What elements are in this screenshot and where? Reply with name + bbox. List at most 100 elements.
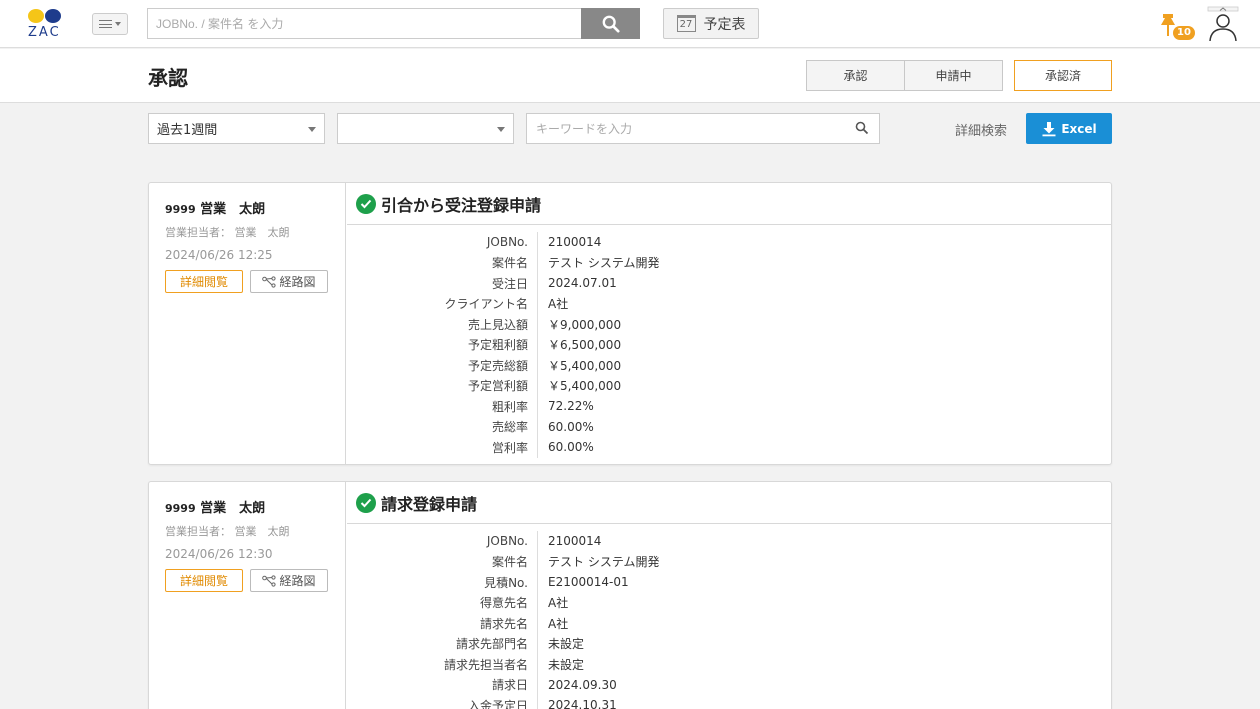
detail-value: ￥9,000,000	[548, 317, 622, 332]
tab-approval[interactable]: 承認	[806, 60, 905, 91]
detail-key: 請求先部門名	[347, 633, 538, 654]
detail-row: JOBNo. 2100014	[347, 531, 1111, 552]
detail-value: 未設定	[548, 657, 585, 672]
detail-key: 見積No.	[347, 572, 538, 593]
detail-key: 予定営利額	[347, 375, 538, 396]
detail-key: 得意先名	[347, 592, 538, 613]
detail-row: 売上見込額 ￥9,000,000	[347, 314, 1111, 335]
pin-count-badge: 10	[1173, 26, 1195, 40]
application-detail-panel: 請求登録申請 JOBNo. 2100014 案件名 テスト システム開発 見積No.…	[347, 482, 1111, 709]
detail-row: 案件名 テスト システム開発	[347, 252, 1111, 273]
detail-value: 2100014	[548, 534, 602, 549]
detail-row: 粗利率 72.22%	[347, 396, 1111, 417]
detail-row: 請求先名 A社	[347, 613, 1111, 634]
excel-export-button[interactable]: Excel	[1026, 113, 1112, 144]
detail-row: 予定営利額 ￥5,400,000	[347, 375, 1111, 396]
application-title: 請求登録申請	[381, 494, 478, 514]
detail-value: 2024.09.30	[548, 677, 617, 692]
detail-key: 粗利率	[347, 396, 538, 417]
approval-card: 9999 営業 太朗 営業担当者： 営業 太朗 2024/06/26 12:25…	[148, 182, 1112, 465]
route-map-label: 経路図	[279, 574, 316, 588]
route-map-button[interactable]: 経路図	[250, 270, 328, 293]
applicant-name-text: 営業 太朗	[200, 202, 266, 217]
detail-row: クライアント名 A社	[347, 293, 1111, 314]
tab-pending[interactable]: 申請中	[904, 60, 1003, 91]
type-select[interactable]	[337, 113, 514, 144]
detail-row: 見積No. E2100014-01	[347, 572, 1111, 593]
menu-button[interactable]	[92, 13, 128, 35]
application-date: 2024/06/26 12:30	[165, 547, 273, 561]
advanced-search-link[interactable]: 詳細検索	[955, 120, 1007, 139]
logo-yellow-dot	[28, 9, 44, 23]
detail-row: 案件名 テスト システム開発	[347, 551, 1111, 572]
page-title: 承認	[148, 66, 188, 90]
detail-rows: JOBNo. 2100014 案件名 テスト システム開発 見積No. E210001…	[347, 524, 1111, 709]
search-icon	[602, 15, 620, 33]
route-icon	[262, 275, 277, 288]
calendar-icon: 27	[676, 15, 696, 32]
approval-card: 9999 営業 太朗 営業担当者： 営業 太朗 2024/06/26 12:30…	[148, 481, 1112, 709]
detail-key: 請求先担当者名	[347, 654, 538, 675]
detail-key: 予定粗利額	[347, 334, 538, 355]
keyword-input[interactable]	[526, 113, 880, 144]
zac-logo[interactable]: ZAC	[28, 8, 68, 42]
detail-rows: JOBNo. 2100014 案件名 テスト システム開発 受注日 2024.07.0…	[347, 225, 1111, 458]
detail-key: 請求日	[347, 674, 538, 695]
detail-value: 60.00%	[548, 440, 594, 455]
schedule-label: 予定表	[703, 16, 746, 33]
detail-value: 未設定	[548, 637, 585, 652]
detail-value: A社	[548, 596, 569, 611]
detail-key: JOBNo.	[347, 232, 538, 253]
job-search-input[interactable]	[147, 8, 581, 39]
view-detail-button[interactable]: 詳細閲覧	[165, 569, 243, 592]
detail-row: 予定売総額 ￥5,400,000	[347, 355, 1111, 376]
applicant-panel: 9999 営業 太朗 営業担当者： 営業 太朗 2024/06/26 12:30…	[149, 482, 346, 709]
detail-key: 受注日	[347, 273, 538, 294]
schedule-button[interactable]: 27 予定表	[663, 8, 759, 39]
detail-row: 入金予定日 2024.10.31	[347, 695, 1111, 709]
applicant-code: 9999	[165, 502, 196, 515]
period-select-value: 過去1週間	[157, 123, 218, 138]
search-button[interactable]	[581, 8, 640, 39]
detail-value: A社	[548, 297, 569, 312]
excel-label: Excel	[1061, 121, 1097, 136]
detail-value: テスト システム開発	[548, 256, 660, 271]
detail-value: 2100014	[548, 235, 602, 250]
detail-key: 請求先名	[347, 613, 538, 634]
hamburger-icon	[99, 20, 112, 28]
detail-key: 営利率	[347, 437, 538, 458]
check-circle-icon	[356, 193, 376, 214]
detail-row: 請求先担当者名 未設定	[347, 654, 1111, 675]
applicant-panel: 9999 営業 太朗 営業担当者： 営業 太朗 2024/06/26 12:25…	[149, 183, 346, 464]
applicant-name: 9999 営業 太朗	[165, 198, 345, 217]
download-icon	[1042, 121, 1056, 136]
period-select[interactable]: 過去1週間	[148, 113, 325, 144]
detail-value: E2100014-01	[548, 575, 629, 590]
dropdown-arrow-icon	[497, 127, 505, 132]
application-title-row: 引合から受注登録申請	[347, 183, 1111, 225]
detail-key: 売上見込額	[347, 314, 538, 335]
application-detail-panel: 引合から受注登録申請 JOBNo. 2100014 案件名 テスト システム開発 受…	[347, 183, 1111, 464]
detail-value: 2024.07.01	[548, 276, 617, 291]
detail-value: 60.00%	[548, 419, 594, 434]
check-circle-icon	[356, 492, 376, 513]
logo-text: ZAC	[28, 25, 61, 40]
tab-approved[interactable]: 承認済	[1014, 60, 1112, 91]
route-map-label: 経路図	[279, 275, 316, 289]
search-icon[interactable]	[855, 121, 869, 135]
detail-row: 受注日 2024.07.01	[347, 273, 1111, 294]
detail-key: 案件名	[347, 252, 538, 273]
application-title-row: 請求登録申請	[347, 482, 1111, 524]
detail-key: クライアント名	[347, 293, 538, 314]
caret-down-icon	[115, 22, 121, 26]
detail-row: 請求先部門名 未設定	[347, 633, 1111, 654]
sales-owner: 営業担当者： 営業 太朗	[165, 226, 290, 239]
user-avatar-icon[interactable]	[1207, 6, 1239, 42]
detail-value: A社	[548, 616, 569, 631]
view-detail-button[interactable]: 詳細閲覧	[165, 270, 243, 293]
sales-owner: 営業担当者： 営業 太朗	[165, 525, 290, 538]
dropdown-arrow-icon	[308, 127, 316, 132]
detail-row: 予定粗利額 ￥6,500,000	[347, 334, 1111, 355]
route-map-button[interactable]: 経路図	[250, 569, 328, 592]
application-date: 2024/06/26 12:25	[165, 248, 273, 262]
